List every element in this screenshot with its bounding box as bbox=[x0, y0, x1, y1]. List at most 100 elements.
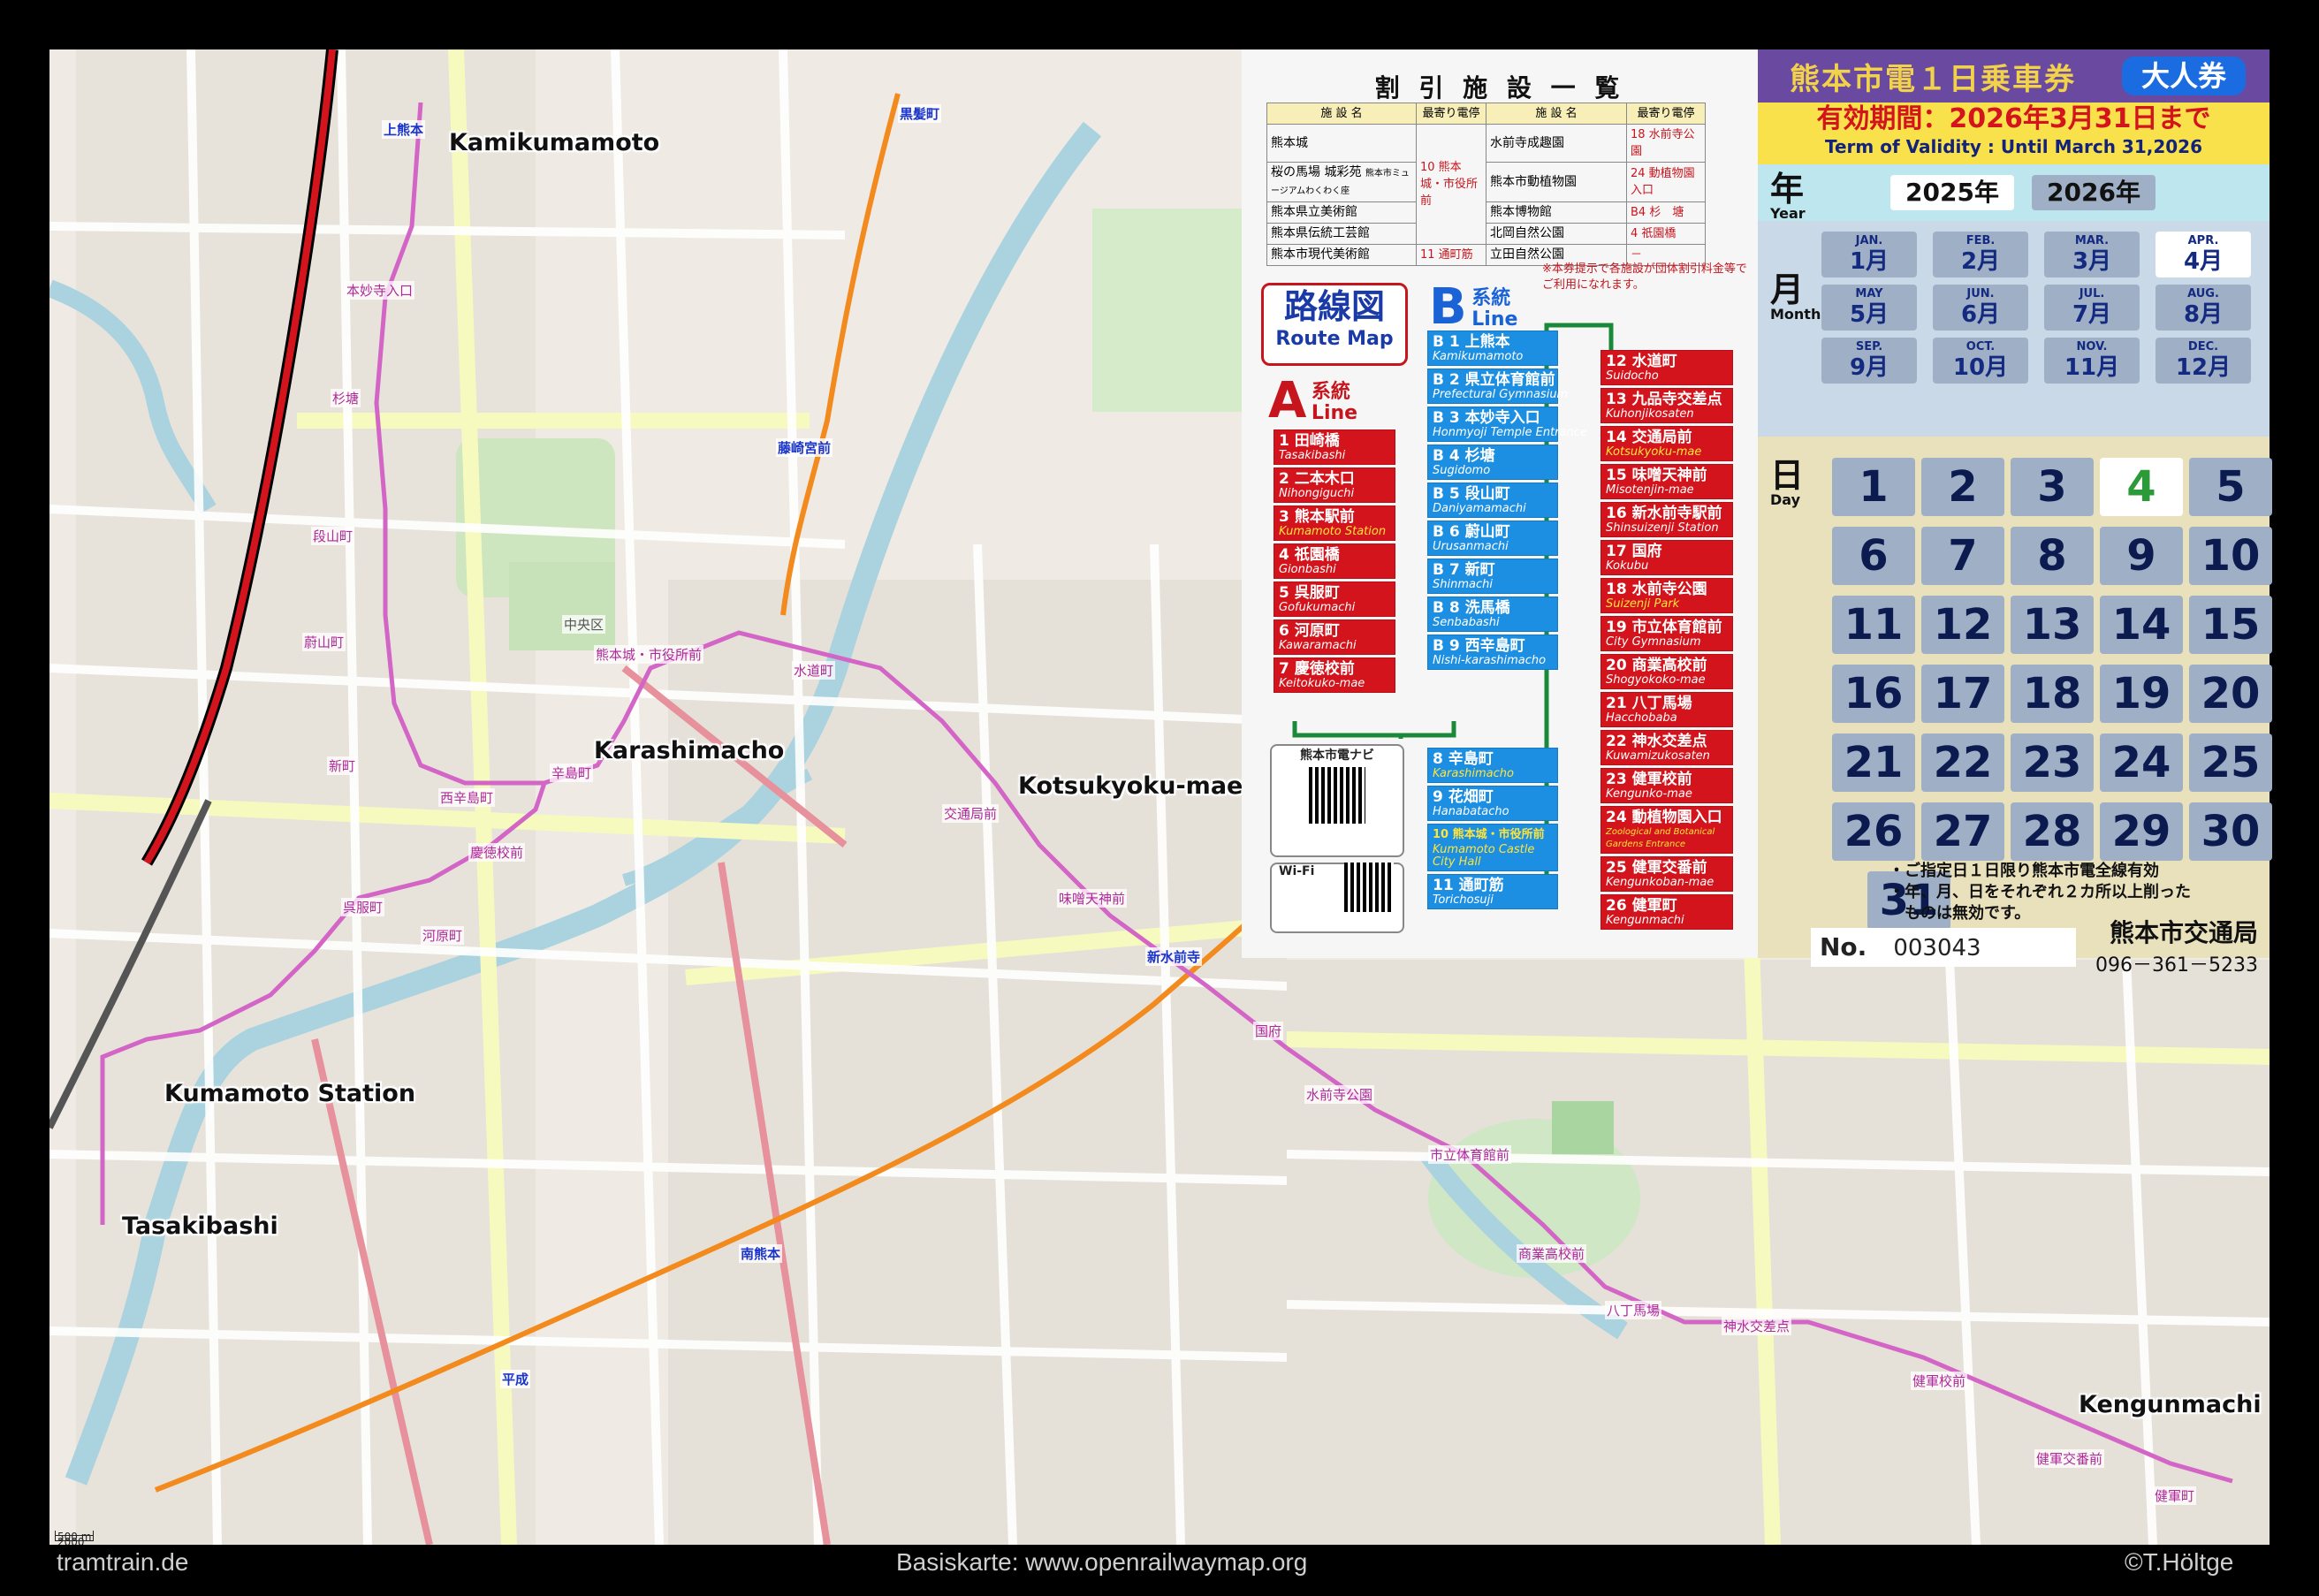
day-30[interactable]: 30 bbox=[2189, 802, 2272, 861]
station-label: 平成 bbox=[500, 1370, 531, 1388]
tram-stop-label: 健軍校前 bbox=[1911, 1372, 1968, 1390]
day-16[interactable]: 16 bbox=[1832, 665, 1915, 723]
day-18[interactable]: 18 bbox=[2011, 665, 2094, 723]
station-label: 南熊本 bbox=[739, 1244, 783, 1263]
day-6[interactable]: 6 bbox=[1832, 527, 1915, 585]
district-name-label: 中央区 bbox=[562, 615, 606, 634]
stop-b-6: B 6 蔚山町 Urusanmachi bbox=[1427, 521, 1558, 556]
stop-a-1: 1 田崎橋 Tasakibashi bbox=[1274, 429, 1395, 465]
stop-11: 11 通町筋 Torichosuji bbox=[1427, 874, 1558, 909]
month-12[interactable]: DEC. 12月 bbox=[2156, 338, 2251, 384]
district-label-kotsukyoku-mae: Kotsukyoku-mae bbox=[1018, 772, 1243, 800]
tram-navi-title: 熊本市電ナビ bbox=[1300, 749, 1374, 763]
day-28[interactable]: 28 bbox=[2011, 802, 2094, 861]
tram-stop-label: 水前寺公園 bbox=[1304, 1085, 1375, 1104]
tram-stop-label: 八丁馬場 bbox=[1605, 1301, 1662, 1319]
tram-stop-label: 河原町 bbox=[421, 926, 465, 945]
line-b-stop-list: B 1 上熊本 Kamikumamoto B 2 県立体育館前 Prefectura… bbox=[1427, 331, 1587, 673]
day-3[interactable]: 3 bbox=[2011, 458, 2094, 516]
day-label: 日 Day bbox=[1770, 456, 1805, 508]
tram-stop-label: 健軍交番前 bbox=[2034, 1449, 2105, 1468]
day-23[interactable]: 23 bbox=[2011, 733, 2094, 792]
footer-credit-left: tramtrain.de bbox=[57, 1548, 189, 1576]
stop-a-6: 6 河原町 Kawaramachi bbox=[1274, 619, 1395, 655]
day-17[interactable]: 17 bbox=[1921, 665, 2004, 723]
stop-b-4: B 4 杉塘 Sugidomo bbox=[1427, 445, 1558, 480]
stop-13: 13 九品寺交差点 Kuhonjikosaten bbox=[1600, 388, 1733, 423]
one-day-ticket: 熊本市電１日乗車券 大人券 有効期間：2026年3月31日まで Term of … bbox=[1758, 49, 2272, 977]
footer-credit-right: ©T.Höltge bbox=[2125, 1548, 2234, 1576]
month-10[interactable]: OCT. 10月 bbox=[1933, 338, 2028, 384]
month-8[interactable]: AUG. 8月 bbox=[2156, 285, 2251, 331]
tram-stop-label: 健軍町 bbox=[2153, 1486, 2197, 1505]
month-6[interactable]: JUN. 6月 bbox=[1933, 285, 2028, 331]
tram-stop-label: 新町 bbox=[327, 756, 358, 775]
stop-b-8: B 8 洗馬橋 Senbabashi bbox=[1427, 597, 1558, 632]
stop-b-9: B 9 西辛島町 Nishi-karashimacho bbox=[1427, 635, 1558, 670]
day-27[interactable]: 27 bbox=[1921, 802, 2004, 861]
map-scale: 500 m 2000 ft bbox=[55, 1531, 94, 1545]
adult-badge: 大人券 bbox=[2122, 57, 2246, 95]
day-14[interactable]: 14 bbox=[2100, 596, 2183, 654]
day-7[interactable]: 7 bbox=[1921, 527, 2004, 585]
day-10[interactable]: 10 bbox=[2189, 527, 2272, 585]
stop-b-2: B 2 県立体育館前 Prefectural Gymnasium bbox=[1427, 369, 1568, 404]
tram-stop-label: 蔚山町 bbox=[302, 633, 346, 651]
month-2[interactable]: FEB. 2月 bbox=[1933, 232, 2028, 277]
tram-stop-label: 杉塘 bbox=[331, 389, 361, 407]
year-2025[interactable]: 2025年 bbox=[1890, 175, 2014, 210]
wifi-qr[interactable]: Wi-Fi bbox=[1270, 863, 1404, 933]
stop-9: 9 花畑町 Hanabatacho bbox=[1427, 786, 1558, 821]
tram-stop-label: 熊本城・市役所前 bbox=[594, 645, 704, 664]
station-label: 藤崎宮前 bbox=[776, 438, 833, 457]
day-15[interactable]: 15 bbox=[2189, 596, 2272, 654]
month-grid: 月 Month JAN. 1月 FEB. 2月 MAR. 3月 APR. 4月 MAY 5月… bbox=[1758, 221, 2270, 437]
day-1[interactable]: 1 bbox=[1832, 458, 1915, 516]
tram-stop-label: 国府 bbox=[1253, 1022, 1284, 1040]
day-2[interactable]: 2 bbox=[1921, 458, 2004, 516]
issuer-name: 熊本市交通局 bbox=[2109, 918, 2258, 947]
day-13[interactable]: 13 bbox=[2011, 596, 2094, 654]
month-5[interactable]: MAY 5月 bbox=[1821, 285, 1917, 331]
day-20[interactable]: 20 bbox=[2189, 665, 2272, 723]
validity-banner: 有効期間：2026年3月31日まで Term of Validity : Unt… bbox=[1758, 103, 2270, 164]
day-11[interactable]: 11 bbox=[1832, 596, 1915, 654]
month-4[interactable]: APR. 4月 bbox=[2156, 232, 2251, 277]
year-2026[interactable]: 2026年 bbox=[2032, 175, 2156, 210]
day-19[interactable]: 19 bbox=[2100, 665, 2183, 723]
day-26[interactable]: 26 bbox=[1832, 802, 1915, 861]
tram-navi-qr[interactable]: 熊本市電ナビ bbox=[1270, 744, 1404, 857]
day-29[interactable]: 29 bbox=[2100, 802, 2183, 861]
tram-stop-label: 段山町 bbox=[311, 527, 355, 545]
day-8[interactable]: 8 bbox=[2011, 527, 2094, 585]
day-25[interactable]: 25 bbox=[2189, 733, 2272, 792]
year-row: 年 Year 2025年 2026年 bbox=[1758, 164, 2270, 221]
ticket-number: No. 003043 bbox=[1811, 928, 2076, 967]
day-21[interactable]: 21 bbox=[1832, 733, 1915, 792]
stop-8: 8 辛島町 Karashimacho bbox=[1427, 748, 1558, 783]
district-label-kengunmachi: Kengunmachi bbox=[2079, 1391, 2262, 1418]
day-24[interactable]: 24 bbox=[2100, 733, 2183, 792]
tram-stop-label: 神水交差点 bbox=[1722, 1317, 1792, 1335]
month-7[interactable]: JUL. 7月 bbox=[2044, 285, 2140, 331]
east-stop-list: 12 水道町 Suidocho 13 九品寺交差点 Kuhonjikosaten 1… bbox=[1600, 350, 1733, 932]
day-4[interactable]: 4 bbox=[2100, 458, 2183, 516]
day-5[interactable]: 5 bbox=[2189, 458, 2272, 516]
footer-credit-center: Basiskarte: www.openrailwaymap.org bbox=[896, 1548, 1308, 1576]
month-3[interactable]: MAR. 3月 bbox=[2044, 232, 2140, 277]
month-9[interactable]: SEP. 9月 bbox=[1821, 338, 1917, 384]
month-11[interactable]: NOV. 11月 bbox=[2044, 338, 2140, 384]
tram-stop-label: 商業高校前 bbox=[1517, 1244, 1587, 1263]
stop-a-4: 4 祇園橋 Gionbashi bbox=[1274, 543, 1395, 579]
stop-a-3: 3 熊本駅前 Kumamoto Station bbox=[1274, 505, 1395, 541]
stop-a-7: 7 慶徳校前 Keitokuko-mae bbox=[1274, 657, 1395, 693]
day-9[interactable]: 9 bbox=[2100, 527, 2183, 585]
ticket-header: 熊本市電１日乗車券 大人券 bbox=[1758, 49, 2270, 103]
day-22[interactable]: 22 bbox=[1921, 733, 2004, 792]
day-grid: 日 Day 1 2 3 4 5 6 7 8 9 10 11 12 13 14 15 16 17 18 19 20 21 22… bbox=[1758, 437, 2272, 977]
stop-b-3: B 3 本妙寺入口 Honmyoji Temple Entrance bbox=[1427, 407, 1587, 442]
stop-21: 21 八丁馬場 Hacchobaba bbox=[1600, 692, 1733, 727]
day-12[interactable]: 12 bbox=[1921, 596, 2004, 654]
stop-12: 12 水道町 Suidocho bbox=[1600, 350, 1733, 385]
month-1[interactable]: JAN. 1月 bbox=[1821, 232, 1917, 277]
